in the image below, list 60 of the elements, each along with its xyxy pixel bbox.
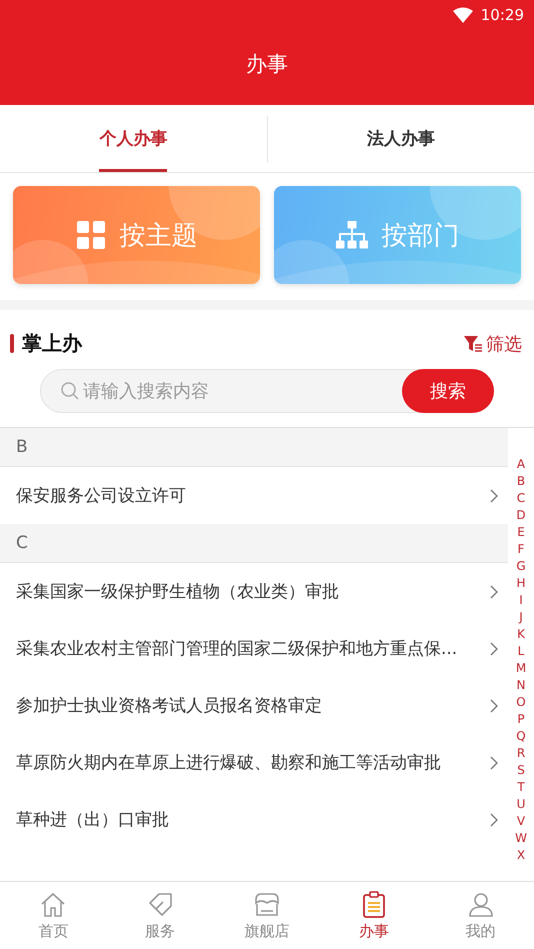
section-letter: B: [0, 428, 508, 467]
index-letter[interactable]: G: [516, 558, 526, 575]
list-item[interactable]: 草种进（出）口审批: [0, 791, 508, 848]
list-item[interactable]: 参加护士执业资格考试人员报名资格审定: [0, 677, 508, 734]
index-letter[interactable]: F: [518, 541, 524, 558]
index-letter[interactable]: P: [517, 711, 525, 728]
index-letter[interactable]: V: [516, 813, 526, 830]
wifi-icon: [452, 7, 473, 23]
store-icon: [252, 890, 281, 918]
org-chart-icon: [336, 221, 368, 249]
tab[interactable]: 个人办事: [0, 105, 266, 172]
index-letter[interactable]: T: [517, 779, 525, 796]
list-item[interactable]: 采集国家一级保护野生植物（农业类）审批: [0, 563, 508, 620]
list-item[interactable]: 草原防火期内在草原上进行爆破、勘察和施工等活动审批: [0, 734, 508, 791]
chevron-right-icon: [490, 584, 498, 598]
tab[interactable]: 法人办事: [268, 105, 534, 172]
index-letter[interactable]: N: [516, 677, 526, 694]
page-title: 办事: [245, 51, 289, 78]
list-item[interactable]: 采集农业农村主管部门管理的国家二级保护和地方重点保...: [0, 620, 508, 677]
index-letter[interactable]: B: [516, 473, 526, 490]
accent-bar: [10, 334, 14, 353]
index-letter[interactable]: L: [518, 643, 524, 660]
filter-icon: [464, 336, 482, 352]
nav-tab[interactable]: 办事: [320, 882, 428, 949]
chevron-right-icon: [490, 642, 498, 656]
index-letter[interactable]: A: [516, 456, 526, 473]
index-letter[interactable]: E: [517, 524, 525, 541]
index-letter[interactable]: J: [519, 609, 523, 626]
index-letter[interactable]: D: [516, 507, 526, 524]
index-letter[interactable]: Q: [516, 728, 526, 745]
index-letter[interactable]: R: [516, 745, 526, 762]
index-letter[interactable]: W: [515, 830, 527, 847]
section-letter: C: [0, 524, 508, 563]
nav-tab[interactable]: 我的: [427, 882, 534, 949]
chevron-right-icon: [490, 756, 498, 770]
index-letter[interactable]: I: [519, 592, 523, 609]
grid-icon: [76, 220, 106, 250]
index-letter[interactable]: M: [516, 660, 526, 677]
index-letter[interactable]: K: [517, 626, 525, 643]
person-icon: [466, 890, 495, 918]
search-field[interactable]: 请输入搜索内容 搜索: [40, 369, 494, 413]
index-letter[interactable]: H: [516, 575, 526, 592]
section-title: 掌上办: [22, 330, 82, 357]
chevron-right-icon: [490, 488, 498, 502]
filter-button[interactable]: 筛选: [464, 332, 522, 356]
home-icon: [39, 890, 68, 918]
index-letter[interactable]: U: [516, 796, 526, 813]
search-icon: [61, 382, 79, 400]
index-letter[interactable]: O: [516, 694, 526, 711]
search-button[interactable]: 搜索: [402, 369, 494, 413]
nav-tab[interactable]: 首页: [0, 882, 107, 949]
status-time: 10:29: [480, 6, 524, 24]
list-item[interactable]: 保安服务公司设立许可: [0, 467, 508, 524]
index-letter[interactable]: S: [517, 762, 525, 779]
nav-tab[interactable]: 服务: [106, 882, 214, 949]
chevron-right-icon: [490, 812, 498, 826]
nav-tab[interactable]: 旗舰店: [214, 882, 320, 949]
index-letter[interactable]: C: [516, 490, 526, 507]
chevron-right-icon: [490, 698, 498, 712]
index-letter[interactable]: X: [516, 847, 526, 864]
